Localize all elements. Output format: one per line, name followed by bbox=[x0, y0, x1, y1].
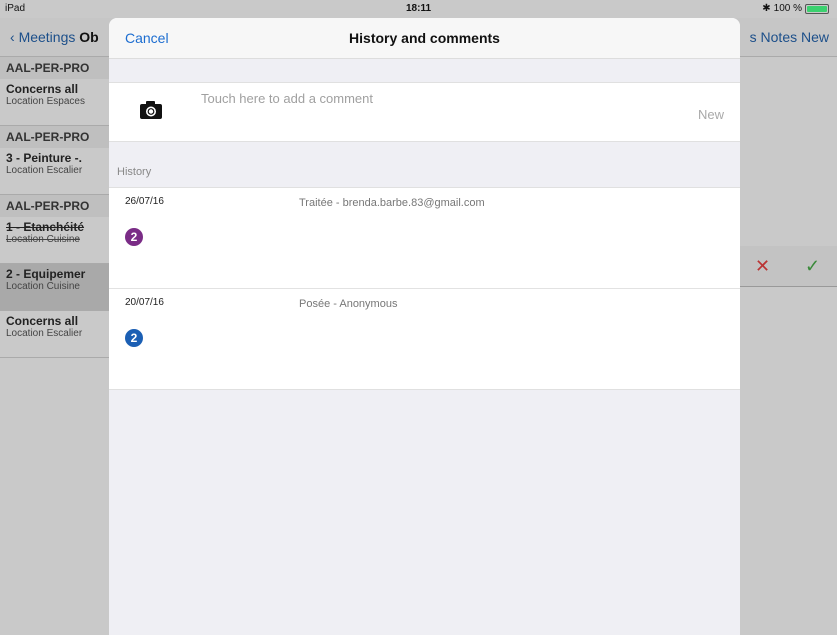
background-title: Ob bbox=[79, 29, 99, 45]
section-header: AAL-PER-PRO bbox=[0, 126, 110, 148]
list-item-title: Concerns all bbox=[6, 82, 79, 96]
comment-entry[interactable]: Touch here to add a comment New bbox=[109, 82, 740, 142]
list-item[interactable]: Concerns all Location Escalier bbox=[0, 311, 110, 358]
history-date: 26/07/16 bbox=[125, 196, 164, 207]
modal-header: Cancel History and comments bbox=[109, 18, 740, 59]
comment-input[interactable]: Touch here to add a comment bbox=[201, 91, 373, 106]
list-item-title: 1 - Etanchéité bbox=[6, 220, 85, 234]
background-nav-actions[interactable]: s Notes New bbox=[750, 29, 829, 45]
accept-icon[interactable]: ✓ bbox=[805, 256, 820, 277]
history-section-label: History bbox=[117, 166, 152, 178]
clock: 18:11 bbox=[405, 3, 432, 14]
history-list: 26/07/16 Traitée - brenda.barbe.83@gmail.… bbox=[109, 187, 740, 390]
history-status: Posée - Anonymous bbox=[299, 298, 398, 310]
reject-icon[interactable]: ✕ bbox=[755, 256, 770, 277]
modal-title: History and comments bbox=[349, 30, 500, 46]
bluetooth-icon: ✱ bbox=[762, 3, 771, 14]
status-bar: iPad 18:11 ✱ 100 % bbox=[0, 0, 837, 18]
history-status: Traitée - brenda.barbe.83@gmail.com bbox=[299, 197, 485, 209]
background-list: AAL-PER-PRO Concerns all Location Espaces A… bbox=[0, 57, 110, 358]
list-item-subtitle: Location Cuisine bbox=[6, 281, 80, 292]
status-badge: 2 bbox=[125, 228, 143, 246]
new-comment-button[interactable]: New bbox=[698, 107, 724, 122]
list-item[interactable]: 3 - Peinture -. Location Escalier bbox=[0, 148, 110, 195]
back-button[interactable]: ‹ Meetings Ob bbox=[10, 29, 99, 45]
status-badge: 2 bbox=[125, 329, 143, 347]
history-modal: Cancel History and comments Touch here t… bbox=[109, 18, 740, 635]
list-item[interactable]: Concerns all Location Espaces bbox=[0, 79, 110, 126]
battery-icon bbox=[805, 3, 829, 14]
history-row: 20/07/16 Posée - Anonymous 2 bbox=[109, 289, 740, 389]
list-item-subtitle: Location Cuisine bbox=[6, 234, 80, 245]
back-label: Meetings bbox=[18, 29, 76, 45]
list-item-subtitle: Location Espaces bbox=[6, 96, 85, 107]
list-item[interactable]: 2 - Equipemer Location Cuisine bbox=[0, 264, 110, 311]
list-item[interactable]: 1 - Etanchéité Location Cuisine bbox=[0, 217, 110, 264]
list-item-title: Concerns all bbox=[6, 314, 79, 328]
list-item-subtitle: Location Escalier bbox=[6, 165, 83, 176]
section-header: AAL-PER-PRO bbox=[0, 195, 110, 217]
section-header: AAL-PER-PRO bbox=[0, 57, 110, 79]
camera-icon[interactable] bbox=[140, 101, 162, 119]
battery-percent: 100 % bbox=[773, 3, 802, 14]
list-item-subtitle: Location Escalier bbox=[6, 328, 83, 339]
battery-indicator: ✱ 100 % bbox=[762, 3, 829, 14]
list-item-title: 2 - Equipemer bbox=[6, 267, 86, 281]
history-date: 20/07/16 bbox=[125, 297, 164, 308]
history-row: 26/07/16 Traitée - brenda.barbe.83@gmail.… bbox=[109, 188, 740, 289]
list-item-title: 3 - Peinture -. bbox=[6, 151, 83, 165]
